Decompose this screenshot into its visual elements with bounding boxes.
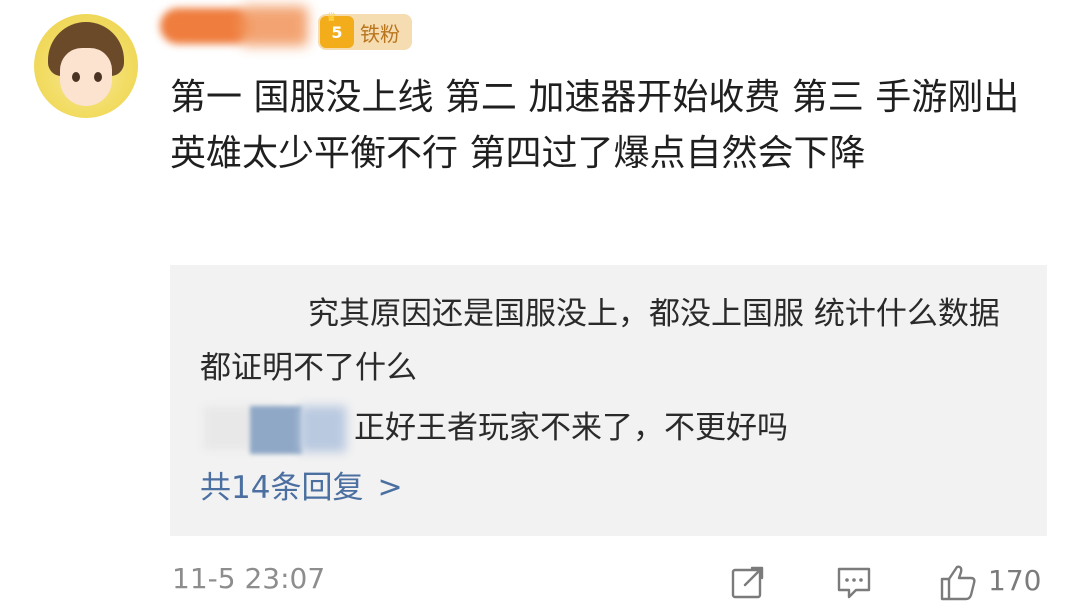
username-redacted[interactable] (160, 8, 252, 44)
reply-text-2: 正好王者玩家不来了，不更好吗 (354, 410, 788, 446)
like-button[interactable] (938, 562, 978, 602)
fan-badge[interactable]: ♛ 5 铁粉 (318, 10, 412, 50)
like-icon (940, 565, 976, 601)
chevron-right-icon: > (377, 470, 403, 505)
share-button[interactable] (728, 562, 768, 602)
crown-icon: ♛ (326, 10, 337, 24)
badge-level-number: 5 (331, 22, 343, 42)
reply-text-1: 究其原因还是国服没上，都没上国服 统计什么数据 都证明不了什么 (200, 296, 1000, 386)
avatar-eye-right (94, 72, 102, 82)
reply-user-redacted-b (250, 406, 302, 454)
timestamp: 11-5 23:07 (172, 562, 326, 595)
comment-button[interactable] (834, 562, 874, 602)
username-redacted-extra (240, 6, 308, 46)
comment-icon (837, 567, 871, 599)
comment-text: 第一 国服没上线 第二 加速器开始收费 第三 手游刚出英雄太少平衡不行 第四过了… (170, 77, 1020, 174)
view-all-replies-link[interactable]: 共14条回复 > (200, 463, 403, 513)
avatar[interactable] (34, 14, 138, 118)
reply-user-redacted-c (300, 406, 346, 452)
avatar-eye-left (72, 72, 80, 82)
replies-panel[interactable]: 究其原因还是国服没上，都没上国服 统计什么数据 都证明不了什么 正好王者玩家不来… (170, 265, 1047, 536)
badge-level-icon: ♛ 5 (320, 10, 354, 48)
view-all-replies-label: 共14条回复 (200, 470, 364, 506)
share-icon (731, 566, 764, 599)
badge-label: 铁粉 (360, 21, 400, 46)
like-count: 170 (988, 564, 1042, 597)
avatar-face (60, 48, 112, 106)
